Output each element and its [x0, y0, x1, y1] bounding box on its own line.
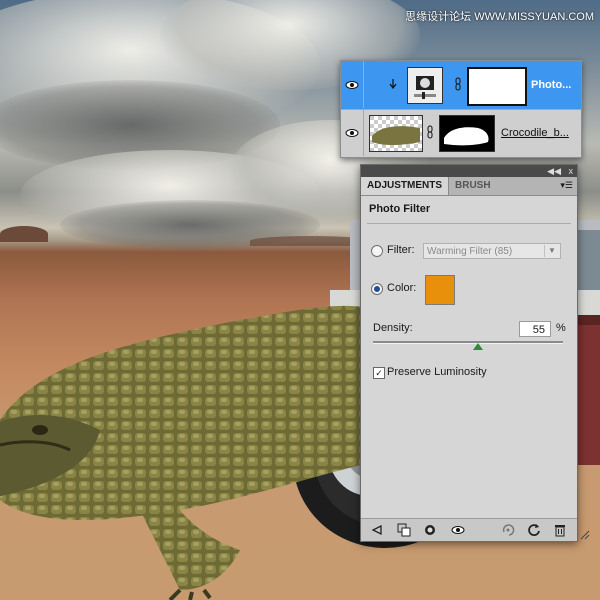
- reset-icon[interactable]: [527, 523, 541, 537]
- tab-adjustments[interactable]: ADJUSTMENTS: [361, 177, 450, 195]
- mask-visibility-icon[interactable]: [423, 523, 437, 537]
- color-label: Color:: [387, 282, 417, 294]
- density-slider-thumb[interactable]: [472, 343, 483, 350]
- back-arrow-icon[interactable]: [369, 523, 383, 537]
- layer-name: Photo...: [531, 79, 572, 91]
- density-slider[interactable]: [373, 341, 563, 344]
- layer-mask-thumbnail[interactable]: [467, 67, 527, 106]
- adjustment-title: Photo Filter: [369, 203, 431, 215]
- color-radio[interactable]: [371, 283, 383, 295]
- link-icon[interactable]: [427, 125, 433, 139]
- adjustments-panel: ◀◀ x ADJUSTMENTS BRUSH ▾☰ Photo Filter F…: [360, 164, 578, 542]
- preserve-luminosity-checkbox[interactable]: ✓: [373, 367, 385, 379]
- previous-state-icon[interactable]: [501, 523, 515, 537]
- trash-icon[interactable]: [553, 523, 567, 537]
- eye-icon[interactable]: [341, 109, 364, 156]
- panel-title-bar[interactable]: ◀◀ x: [361, 165, 577, 177]
- resize-grip-icon[interactable]: [578, 528, 590, 540]
- chevron-down-icon: ▼: [544, 245, 559, 257]
- panel-tabs: ADJUSTMENTS BRUSH ▾☰: [361, 177, 577, 196]
- filter-label: Filter:: [387, 244, 415, 256]
- preserve-luminosity-label: Preserve Luminosity: [387, 366, 487, 378]
- filter-dropdown[interactable]: Warming Filter (85) ▼: [423, 243, 561, 259]
- layer-row-photo-filter[interactable]: Photo...: [341, 61, 581, 110]
- clip-layer-icon[interactable]: [397, 523, 411, 537]
- crocodile: [0, 305, 380, 600]
- color-swatch[interactable]: [425, 275, 455, 305]
- clip-arrow-icon: [389, 79, 397, 89]
- adjustment-layer-icon: [407, 67, 443, 104]
- eye-icon[interactable]: [451, 523, 465, 537]
- density-field[interactable]: 55: [519, 321, 551, 337]
- panel-menu-icon[interactable]: ▾☰: [560, 180, 573, 191]
- distant-mesa: [0, 226, 48, 242]
- layers-panel: Photo... Crocodile_b...: [340, 60, 582, 158]
- percent-sign: %: [556, 322, 566, 334]
- close-icon[interactable]: x: [569, 165, 574, 177]
- layer-mask-thumbnail[interactable]: [439, 115, 495, 152]
- layer-row-crocodile[interactable]: Crocodile_b...: [341, 109, 581, 157]
- filter-radio[interactable]: [371, 245, 383, 257]
- panel-footer: [361, 518, 577, 541]
- watermark-text: 思缘设计论坛 WWW.MISSYUAN.COM: [405, 11, 594, 23]
- tab-brush[interactable]: BRUSH: [449, 177, 497, 195]
- divider: [367, 223, 571, 224]
- filter-value: Warming Filter (85): [427, 246, 513, 257]
- layer-name: Crocodile_b...: [501, 127, 569, 139]
- density-label: Density:: [373, 322, 413, 334]
- collapse-icon[interactable]: ◀◀: [547, 165, 561, 177]
- link-icon[interactable]: [455, 77, 461, 91]
- eye-icon[interactable]: [341, 61, 364, 108]
- crocodile-thumbnail: [369, 115, 423, 152]
